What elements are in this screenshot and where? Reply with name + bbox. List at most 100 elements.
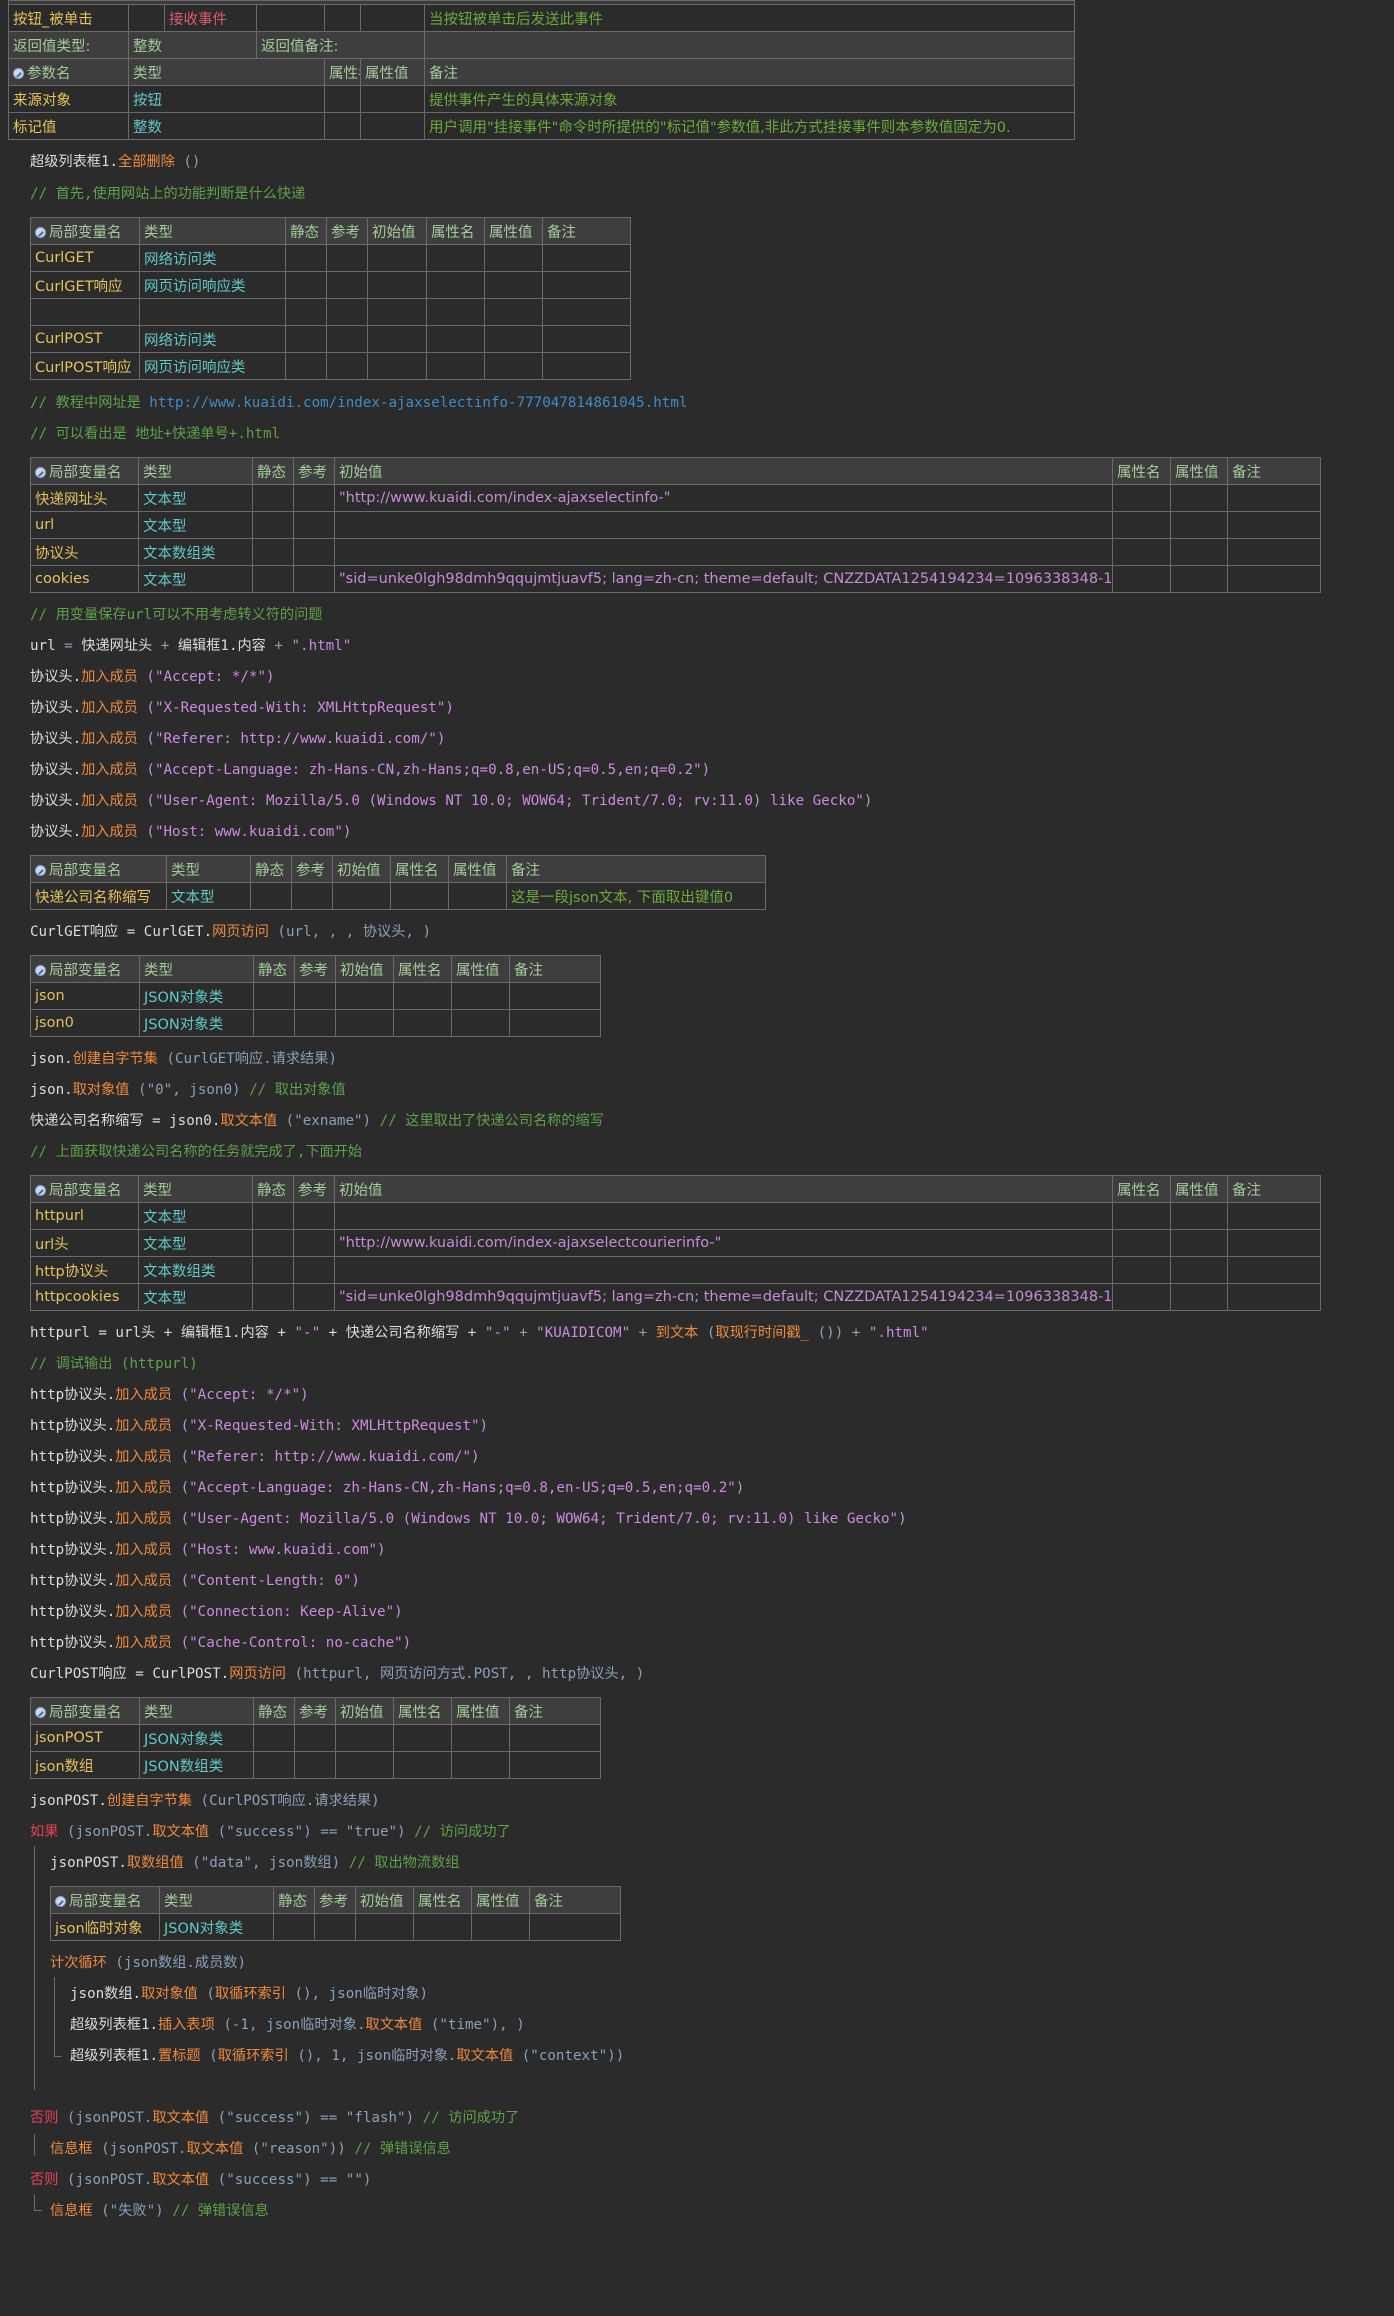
table-cell	[324, 112, 361, 140]
table-cell[interactable]: httpurl	[30, 1202, 139, 1230]
comment-line[interactable]: // 教程中网址是 http://www.kuaidi.com/index-aj…	[30, 393, 687, 413]
table-cell[interactable]: CurlPOST响应	[30, 352, 140, 380]
table-cell[interactable]: 文本数组类	[138, 1256, 253, 1284]
code-line[interactable]: url = 快递网址头 + 编辑框1.内容 + ".html"	[30, 636, 351, 656]
code-line[interactable]: 超级列表框1.插入表项 (-1, json临时对象.取文本值 ("time"),…	[70, 2015, 525, 2035]
table-cell: 属性名	[324, 58, 361, 86]
table-cell[interactable]: 快递网址头	[30, 484, 139, 512]
table-cell[interactable]: 网络访问类	[139, 244, 286, 272]
code-line[interactable]: http协议头.加入成员 ("User-Agent: Mozilla/5.0 (…	[30, 1509, 907, 1529]
table-cell[interactable]	[334, 1202, 1113, 1230]
table-cell	[326, 298, 368, 326]
table-cell[interactable]: JSON对象类	[139, 1009, 254, 1037]
table-cell[interactable]: JSON对象类	[139, 1724, 254, 1752]
if-statement[interactable]: 如果 (jsonPOST.取文本值 ("success") == "true")…	[30, 1822, 511, 1842]
table-cell[interactable]	[334, 511, 1113, 539]
code-line[interactable]: http协议头.加入成员 ("Accept: */*")	[30, 1385, 309, 1405]
table-cell[interactable]: url头	[30, 1229, 139, 1257]
table-cell[interactable]: 网络访问类	[139, 325, 286, 353]
table-cell[interactable]: jsonPOST	[30, 1724, 140, 1752]
code-line[interactable]: jsonPOST.创建自字节集 (CurlPOST响应.请求结果)	[30, 1791, 380, 1811]
table-cell[interactable]: 快递公司名称缩写	[30, 882, 167, 910]
comment-line[interactable]: // 可以看出是 地址+快递单号+.html	[30, 424, 280, 444]
table-cell[interactable]	[30, 298, 140, 326]
table-cell[interactable]: 这是一段json文本, 下面取出键值0	[506, 882, 766, 910]
code-line[interactable]: http协议头.加入成员 ("Cache-Control: no-cache")	[30, 1633, 411, 1653]
table-cell[interactable]: cookies	[30, 565, 139, 593]
code-line[interactable]: 协议头.加入成员 ("Accept: */*")	[30, 667, 275, 687]
code-line[interactable]: json数组.取对象值 (取循环索引 (), json临时对象)	[70, 1984, 428, 2004]
table-cell	[542, 271, 631, 299]
code-line[interactable]: http协议头.加入成员 ("Accept-Language: zh-Hans-…	[30, 1478, 744, 1498]
code-line[interactable]: jsonPOST.取数组值 ("data", json数组) // 取出物流数组	[50, 1853, 459, 1873]
code-line[interactable]: 信息框 (jsonPOST.取文本值 ("reason")) // 弹错误信息	[50, 2139, 451, 2159]
table-cell[interactable]: JSON数组类	[139, 1751, 254, 1779]
comment-line[interactable]: // 用变量保存url可以不用考虑转义符的问题	[30, 605, 322, 625]
table-cell[interactable]: 文本型	[138, 1283, 253, 1311]
code-line[interactable]: http协议头.加入成员 ("Connection: Keep-Alive")	[30, 1602, 403, 1622]
table-cell[interactable]	[334, 1256, 1113, 1284]
code-line[interactable]: 协议头.加入成员 ("Referer: http://www.kuaidi.co…	[30, 729, 445, 749]
table-cell[interactable]: CurlGET响应	[30, 271, 140, 299]
code-line[interactable]: http协议头.加入成员 ("X-Requested-With: XMLHttp…	[30, 1416, 488, 1436]
table-cell[interactable]: json数组	[30, 1751, 140, 1779]
table-cell[interactable]: JSON对象类	[139, 982, 254, 1010]
table-cell	[1170, 1202, 1228, 1230]
code-line[interactable]: 协议头.加入成员 ("Host: www.kuaidi.com")	[30, 822, 351, 842]
comment-line[interactable]: // 调试输出 (httpurl)	[30, 1354, 198, 1374]
code-line[interactable]: json.取对象值 ("0", json0) // 取出对象值	[30, 1080, 346, 1100]
table-cell[interactable]: CurlPOST	[30, 325, 140, 353]
table-cell[interactable]: "sid=unke0lgh98dmh9qqujmtjuavf5; lang=zh…	[334, 1283, 1113, 1311]
code-line[interactable]: 快递公司名称缩写 = json0.取文本值 ("exname") // 这里取出…	[30, 1111, 604, 1131]
table-cell[interactable]: json0	[30, 1009, 140, 1037]
table-cell[interactable]: 文本型	[138, 1229, 253, 1257]
code-line[interactable]: http协议头.加入成员 ("Content-Length: 0")	[30, 1571, 360, 1591]
table-cell[interactable]: 文本型	[138, 1202, 253, 1230]
code-line[interactable]: http协议头.加入成员 ("Host: www.kuaidi.com")	[30, 1540, 386, 1560]
table-cell[interactable]: url	[30, 511, 139, 539]
code-line[interactable]: json.创建自字节集 (CurlGET响应.请求结果)	[30, 1049, 337, 1069]
table-cell[interactable]: "sid=unke0lgh98dmh9qqujmtjuavf5; lang=zh…	[334, 565, 1113, 593]
table-cell[interactable]: CurlGET	[30, 244, 140, 272]
table-cell[interactable]: json	[30, 982, 140, 1010]
table-cell[interactable]: "http://www.kuaidi.com/index-ajaxselecti…	[334, 484, 1113, 512]
table-cell[interactable]: 文本型	[138, 484, 253, 512]
code-line[interactable]: 协议头.加入成员 ("Accept-Language: zh-Hans-CN,z…	[30, 760, 710, 780]
comment-line[interactable]: // 首先,使用网站上的功能判断是什么快递	[30, 184, 305, 204]
table-row: 快递公司名称缩写 文本型 这是一段json文本, 下面取出键值0	[30, 882, 766, 910]
code-line[interactable]: 信息框 ("失败") // 弹错误信息	[50, 2201, 269, 2221]
table-cell[interactable]: 文本型	[138, 511, 253, 539]
table-cell	[326, 325, 368, 353]
table-cell: 属性名	[1112, 1175, 1171, 1203]
table-cell[interactable]: 文本数组类	[138, 538, 253, 566]
table-cell[interactable]: 文本型	[138, 565, 253, 593]
table-cell: 类型	[139, 955, 254, 983]
else-if-statement[interactable]: 否则 (jsonPOST.取文本值 ("success") == "flash"…	[30, 2108, 519, 2128]
table-cell[interactable]: 协议头	[30, 538, 139, 566]
code-line[interactable]: httpurl = url头 + 编辑框1.内容 + "-" + 快递公司名称缩…	[30, 1323, 929, 1343]
table-cell[interactable]: json临时对象	[50, 1913, 160, 1941]
table-cell	[1227, 511, 1321, 539]
loop-statement[interactable]: 计次循环 (json数组.成员数)	[50, 1953, 246, 1973]
table-cell[interactable]	[334, 538, 1113, 566]
code-line[interactable]: http协议头.加入成员 ("Referer: http://www.kuaid…	[30, 1447, 480, 1467]
variable-icon	[35, 864, 46, 876]
table-cell	[293, 538, 335, 566]
table-cell[interactable]: 文本型	[166, 882, 251, 910]
table-cell[interactable]: "http://www.kuaidi.com/index-ajaxselectc…	[334, 1229, 1113, 1257]
table-cell[interactable]: 网页访问响应类	[139, 352, 286, 380]
table-cell[interactable]: 网页访问响应类	[139, 271, 286, 299]
code-line[interactable]: CurlGET响应 = CurlGET.网页访问 (url, , , 协议头, …	[30, 922, 431, 942]
comment-line[interactable]: // 上面获取快递公司名称的任务就完成了,下面开始	[30, 1142, 362, 1162]
code-line[interactable]: 协议头.加入成员 ("X-Requested-With: XMLHttpRequ…	[30, 698, 454, 718]
else-if-statement[interactable]: 否则 (jsonPOST.取文本值 ("success") == "")	[30, 2170, 371, 2190]
code-line[interactable]: 协议头.加入成员 ("User-Agent: Mozilla/5.0 (Wind…	[30, 791, 872, 811]
table-cell	[1227, 1202, 1321, 1230]
code-line[interactable]: 超级列表框1.置标题 (取循环索引 (), 1, json临时对象.取文本值 (…	[70, 2046, 624, 2066]
code-line[interactable]: 超级列表框1.全部删除 ()	[30, 152, 200, 172]
table-cell[interactable]: http协议头	[30, 1256, 139, 1284]
code-line[interactable]: CurlPOST响应 = CurlPOST.网页访问 (httpurl, 网页访…	[30, 1664, 644, 1684]
table-cell[interactable]: JSON对象类	[159, 1913, 274, 1941]
table-cell[interactable]	[139, 298, 286, 326]
table-cell[interactable]: httpcookies	[30, 1283, 139, 1311]
